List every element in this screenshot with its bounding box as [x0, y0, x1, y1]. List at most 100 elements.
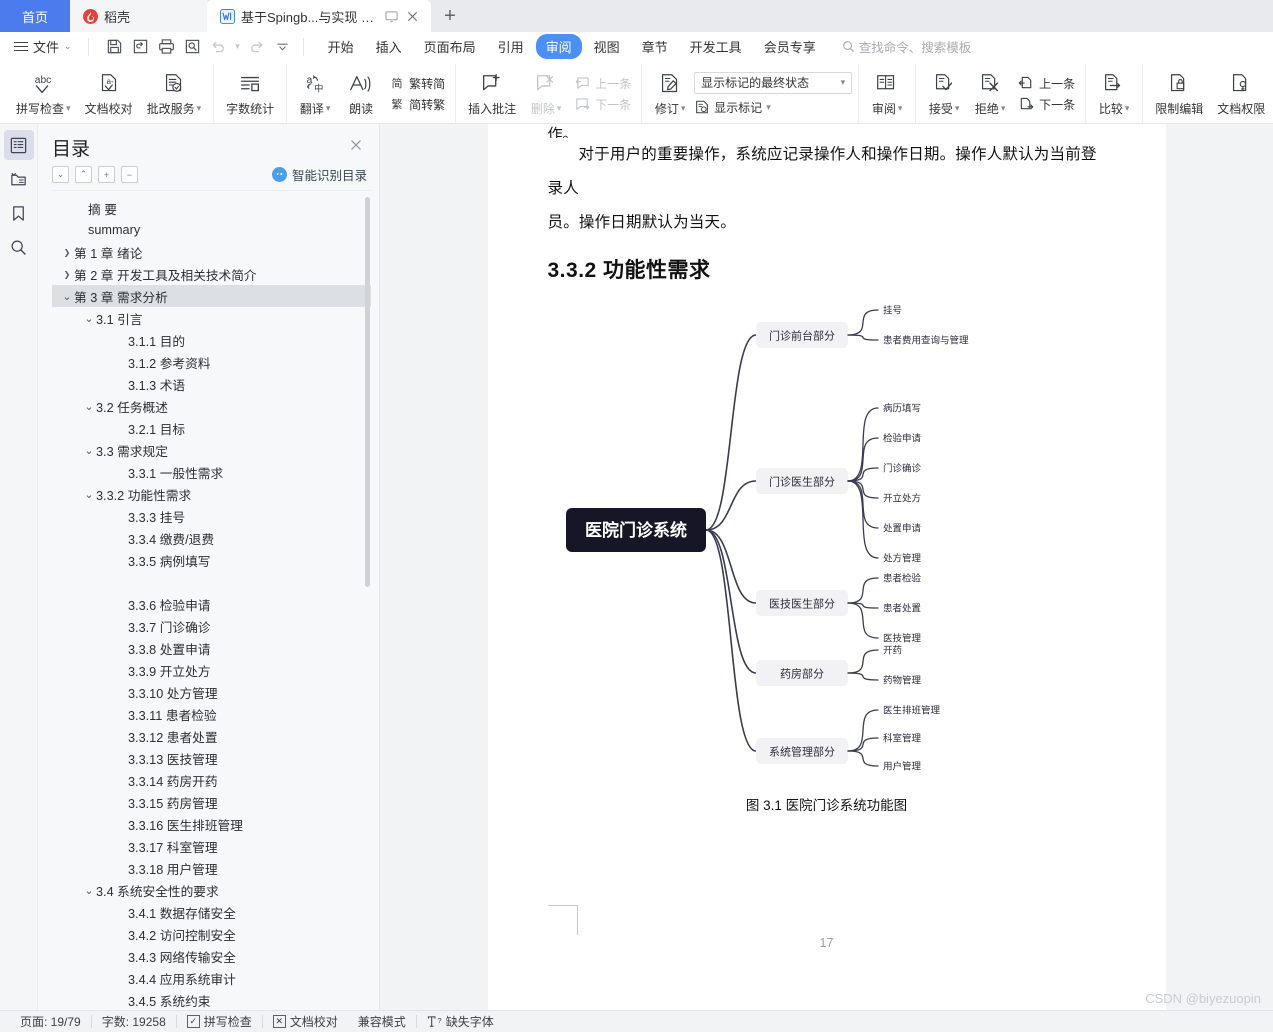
restrict-edit-button[interactable]: 限制编辑: [1149, 64, 1209, 123]
redo-icon[interactable]: [245, 35, 269, 59]
chevron-down-icon[interactable]: ⌄: [82, 884, 96, 897]
toc-item[interactable]: ❯ 第 2 章 开发工具及相关技术简介: [52, 263, 371, 285]
new-tab-button[interactable]: +: [431, 0, 469, 32]
toc-item[interactable]: ⌄ 3.3 需求规定: [52, 439, 371, 461]
status-spellcheck[interactable]: ✓ 拼写检查: [177, 1013, 262, 1030]
status-proofread[interactable]: ✕ 文档校对: [263, 1013, 348, 1030]
collapse-all-button[interactable]: −: [121, 166, 138, 183]
ribbon-tab-page-layout[interactable]: 页面布局: [414, 34, 486, 59]
toc-item[interactable]: 3.3.1 一般性需求: [52, 461, 371, 483]
toc-item[interactable]: 3.3.14 药房开药: [52, 769, 371, 791]
rail-item-search[interactable]: [4, 232, 34, 262]
chevron-down-icon[interactable]: ⌄: [60, 290, 74, 303]
figure-mindmap[interactable]: 门诊前台部分 挂号 患者费用查询与管理 门诊医生部分 病历填写 检验申请 门诊确诊 开立处方处…: [548, 290, 1106, 814]
toc-item[interactable]: 3.3.11 患者检验: [52, 703, 371, 725]
toc-item[interactable]: 3.4.3 网络传输安全: [52, 945, 371, 967]
ribbon-tab-insert[interactable]: 插入: [366, 34, 412, 59]
collapse-down-button[interactable]: ⌄: [52, 166, 69, 183]
toc-item[interactable]: ⌄ 3.2 任务概述: [52, 395, 371, 417]
chevron-down-icon[interactable]: ⌄: [82, 312, 96, 325]
smart-toc-button[interactable]: 智能识别目录: [271, 165, 367, 184]
rail-item-file-tree[interactable]: [4, 164, 34, 194]
toc-item[interactable]: 3.3.16 医生排班管理: [52, 813, 371, 835]
toc-item[interactable]: 摘 要: [52, 197, 371, 219]
toc-item[interactable]: 3.3.4 缴费/退费: [52, 527, 371, 549]
show-markup-button[interactable]: 显示标记 ▾: [694, 99, 852, 116]
chevron-right-icon[interactable]: ❯: [60, 270, 74, 279]
chevron-down-icon[interactable]: ⌄: [82, 488, 96, 501]
ribbon-tab-review[interactable]: 审阅: [535, 34, 582, 59]
file-menu-button[interactable]: 文件 ⌄: [6, 35, 80, 58]
translate-button[interactable]: a中 翻译 ▾: [293, 64, 337, 123]
toc-item[interactable]: 3.3.8 处置申请: [52, 637, 371, 659]
prev-comment-button[interactable]: 上一条: [574, 75, 631, 92]
compare-button[interactable]: 比较 ▾: [1092, 64, 1136, 123]
toc-item[interactable]: 3.2.1 目标: [52, 417, 371, 439]
ribbon-tab-section[interactable]: 章节: [632, 34, 678, 59]
chevron-down-icon[interactable]: ⌄: [82, 444, 96, 457]
close-icon[interactable]: [406, 10, 419, 23]
prev-change-button[interactable]: 上一条: [1018, 75, 1075, 92]
document-permission-button[interactable]: 文档权限: [1211, 64, 1271, 123]
ribbon-tab-developer[interactable]: 开发工具: [680, 34, 752, 59]
ribbon-tab-view[interactable]: 视图: [584, 34, 630, 59]
toc-item[interactable]: 3.4.4 应用系统审计: [52, 967, 371, 989]
save-icon[interactable]: [103, 35, 127, 59]
toc-item[interactable]: ⌄ 3.4 系统安全性的要求: [52, 879, 371, 901]
undo-dropdown-icon[interactable]: ▾: [233, 35, 243, 59]
simp-to-trad-button[interactable]: 繁 简转繁: [389, 96, 446, 113]
toc-item[interactable]: ❯ 第 1 章 绪论: [52, 241, 371, 263]
status-compat-mode[interactable]: 兼容模式: [348, 1013, 416, 1030]
collapse-up-button[interactable]: ⌃: [75, 166, 92, 183]
monitor-icon[interactable]: [385, 10, 398, 23]
toc-item[interactable]: ⌄ 3.3.2 功能性需求: [52, 483, 371, 505]
chevron-down-icon[interactable]: ⌄: [82, 400, 96, 413]
toc-item[interactable]: 3.3.13 医技管理: [52, 747, 371, 769]
toc-item[interactable]: 3.3.6 检验申请: [52, 593, 371, 615]
correction-service-button[interactable]: 批改服务 ▾: [141, 64, 208, 123]
toc-close-button[interactable]: [345, 134, 367, 156]
toc-item[interactable]: 3.4.1 数据存储安全: [52, 901, 371, 923]
status-page-indicator[interactable]: 页面: 19/79: [10, 1013, 91, 1030]
save-as-icon[interactable]: [129, 35, 153, 59]
toc-scrollbar[interactable]: [365, 197, 370, 587]
toc-list[interactable]: 摘 要 summary ❯ 第 1 章 绪论 ❯ 第 2 章 开发工具及相关技术简介 ⌄ 第 …: [52, 190, 371, 1010]
accept-button[interactable]: 接受 ▾: [922, 64, 966, 123]
insert-comment-button[interactable]: 插入批注: [462, 64, 522, 123]
toc-item[interactable]: 3.4.5 系统约束: [52, 989, 371, 1010]
toc-item[interactable]: summary: [52, 219, 371, 241]
toc-item[interactable]: 3.4.2 访问控制安全: [52, 923, 371, 945]
document-proofread-button[interactable]: a- 文档校对: [79, 64, 139, 123]
review-pane-button[interactable]: 审阅 ▾: [865, 64, 909, 123]
rail-item-outline[interactable]: [3, 130, 34, 160]
expand-all-button[interactable]: +: [98, 166, 115, 183]
toc-item[interactable]: 3.3.10 处方管理: [52, 681, 371, 703]
track-changes-button[interactable]: 修订 ▾: [648, 64, 692, 123]
toc-item[interactable]: 3.3.5 病例填写: [52, 549, 371, 571]
reject-button[interactable]: 拒绝 ▾: [968, 64, 1012, 123]
toc-item[interactable]: 3.3.18 用户管理: [52, 857, 371, 879]
toc-item[interactable]: 3.3.17 科室管理: [52, 835, 371, 857]
print-icon[interactable]: [155, 35, 179, 59]
command-search[interactable]: 查找命令、搜索模板: [842, 37, 971, 56]
next-comment-button[interactable]: 下一条: [574, 96, 631, 113]
spellcheck-button[interactable]: abc 拼写检查 ▾: [10, 64, 77, 123]
ribbon-tab-references[interactable]: 引用: [488, 34, 534, 59]
status-missing-font[interactable]: ? 缺失字体: [417, 1013, 504, 1030]
print-preview-icon[interactable]: [181, 35, 205, 59]
chevron-right-icon[interactable]: ❯: [60, 248, 74, 257]
toc-item[interactable]: 3.1.1 目的: [52, 329, 371, 351]
customize-icon[interactable]: [271, 35, 295, 59]
rail-item-bookmark[interactable]: [4, 198, 34, 228]
toc-item[interactable]: ⌄ 3.1 引言: [52, 307, 371, 329]
document-scroll-area[interactable]: 作。 对于用户的重要操作，系统应记录操作人和操作日期。操作人默认为当前登录人 员…: [380, 124, 1273, 1010]
ribbon-tab-start[interactable]: 开始: [318, 34, 364, 59]
toc-item[interactable]: 3.3.12 患者处置: [52, 725, 371, 747]
toc-item[interactable]: 3.3.15 药房管理: [52, 791, 371, 813]
toc-item[interactable]: 3.3.9 开立处方: [52, 659, 371, 681]
tab-docer[interactable]: 稻壳: [70, 0, 207, 32]
trad-to-simp-button[interactable]: 简 繁转简: [389, 75, 446, 92]
next-change-button[interactable]: 下一条: [1018, 96, 1075, 113]
tab-home[interactable]: 首页: [0, 0, 70, 32]
tab-document[interactable]: 基于Spingb...与实现 毕业论文: [207, 0, 431, 32]
